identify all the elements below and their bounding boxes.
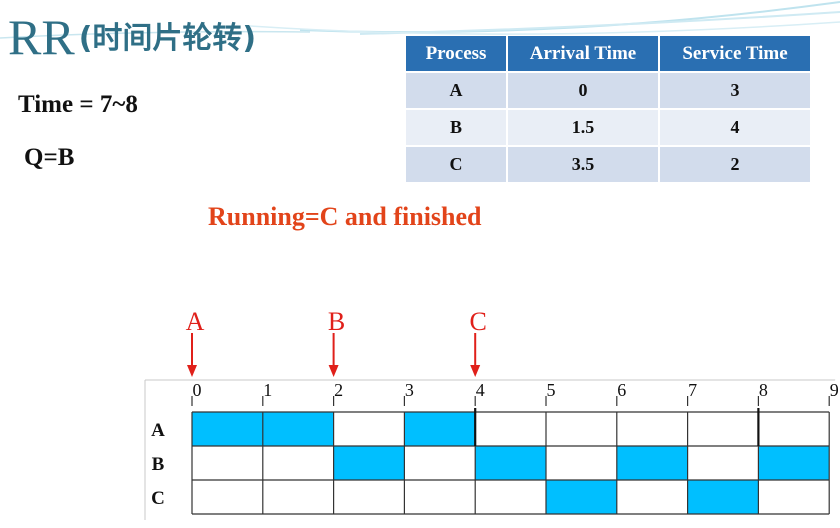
table-cell: 3	[660, 73, 810, 108]
gantt-bar-c	[546, 480, 617, 514]
gantt-bar-c	[687, 480, 759, 514]
axis-tick-label: 4	[476, 380, 485, 400]
table-cell: 0	[508, 73, 658, 108]
arrival-label: C	[470, 307, 487, 336]
running-status-label: Running=C and finished	[208, 202, 482, 231]
table-cell: 1.5	[508, 110, 658, 145]
axis-tick-label: 1	[263, 380, 272, 400]
table-row: A 0 3	[406, 73, 810, 108]
gantt-bar-a	[262, 412, 334, 446]
header-service-time: Service Time	[660, 36, 810, 71]
arrival-arrowhead	[187, 365, 197, 377]
row-label-c: C	[151, 488, 165, 509]
table-row: C 3.5 2	[406, 147, 810, 182]
row-label-b: B	[152, 454, 165, 475]
arrival-label: A	[186, 307, 205, 336]
gantt-bar-b	[333, 446, 405, 480]
gantt-chart: 0 1 2 3 4 5 6 7 8 9ABCA B C	[144, 307, 839, 520]
process-table-header-row: Process Arrival Time Service Time	[406, 36, 810, 71]
arrival-label: B	[328, 307, 345, 336]
axis-tick-label: 2	[334, 380, 343, 400]
gantt-bar-b	[758, 446, 830, 480]
table-cell: A	[406, 73, 506, 108]
title-main: RR	[8, 9, 75, 65]
header-arrival-time: Arrival Time	[508, 36, 658, 71]
gantt-bar-a	[192, 412, 263, 446]
gantt-bar-b	[475, 446, 546, 480]
table-row: B 1.5 4	[406, 110, 810, 145]
gantt-bar-a	[404, 412, 476, 446]
time-label: Time = 7~8	[18, 91, 138, 118]
axis-tick-label: 7	[688, 380, 697, 400]
table-cell: 2	[660, 147, 810, 182]
axis-tick-label: 0	[193, 380, 202, 400]
queue-label: Q=B	[24, 144, 75, 171]
header-process: Process	[406, 36, 506, 71]
table-cell: B	[406, 110, 506, 145]
table-cell: C	[406, 147, 506, 182]
title-subtitle: (时间片轮转)	[78, 21, 257, 56]
table-cell: 4	[660, 110, 810, 145]
arrival-arrowhead	[470, 365, 481, 377]
arrival-arrowhead	[328, 365, 339, 377]
row-label-a: A	[151, 420, 165, 441]
process-table: Process Arrival Time Service Time A 0 3 …	[404, 34, 812, 184]
axis-tick-label: 3	[405, 380, 414, 400]
axis-tick-label: 8	[759, 380, 768, 400]
page-title: RR (时间片轮转)	[8, 12, 256, 62]
axis-tick-label: 6	[617, 380, 626, 400]
axis-tick-label: 9	[830, 380, 839, 400]
gantt-bar-b	[616, 446, 688, 480]
axis-tick-label: 5	[547, 380, 556, 400]
table-cell: 3.5	[508, 147, 658, 182]
